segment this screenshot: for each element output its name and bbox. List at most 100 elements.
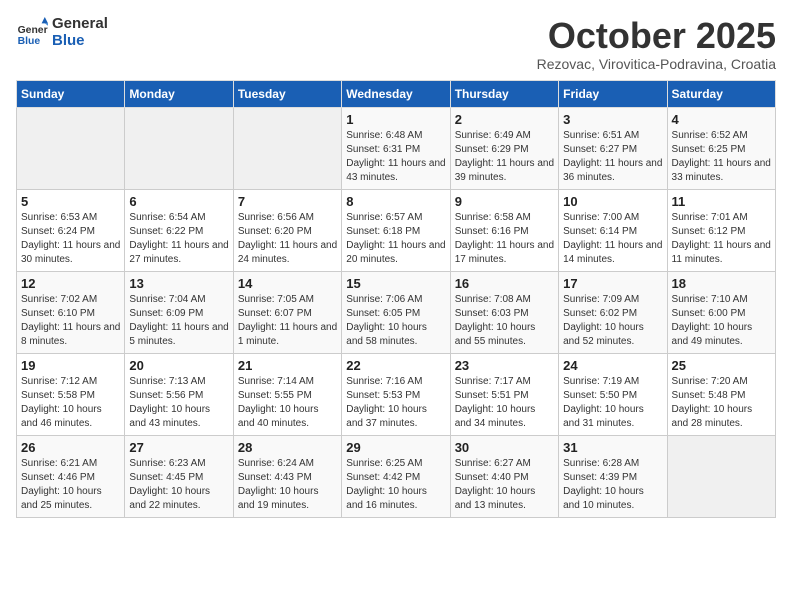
day-cell: 25Sunrise: 7:20 AM Sunset: 5:48 PM Dayli… [667,353,775,435]
day-cell: 3 Sunrise: 6:51 AM Sunset: 6:27 PM Daylig… [559,107,667,189]
header-saturday: Saturday [667,80,775,107]
day-number: 12 [21,276,120,291]
day-number: 6 [129,194,228,209]
day-info: Sunrise: 6:53 AM Sunset: 6:24 PM Dayligh… [21,211,120,267]
day-number: 14 [238,276,337,291]
day-number: 20 [129,358,228,373]
day-info: Sunrise: 6:51 AM Sunset: 6:27 PM Dayligh… [563,129,662,185]
header-friday: Friday [559,80,667,107]
day-cell: 31 Sunrise: 6:28 AM Sunset: 4:39 PM Dayli… [559,435,667,517]
day-info: Sunrise: 6:54 AM Sunset: 6:22 PM Dayligh… [129,211,228,267]
day-info: Sunrise: 7:04 AM Sunset: 6:09 PM Dayligh… [129,293,228,349]
day-info: Sunrise: 6:21 AM Sunset: 4:46 PM Dayligh… [21,457,120,513]
day-info: Sunrise: 6:25 AM Sunset: 4:42 PM Dayligh… [346,457,445,513]
day-info: Sunrise: 7:19 AM Sunset: 5:50 PM Dayligh… [563,375,662,431]
day-number: 29 [346,440,445,455]
day-info: Sunrise: 6:52 AM Sunset: 6:25 PM Dayligh… [672,129,771,185]
header-sunday: Sunday [17,80,125,107]
logo-blue: Blue [52,33,108,50]
day-number: 18 [672,276,771,291]
day-cell: 5Sunrise: 6:53 AM Sunset: 6:24 PM Daylig… [17,189,125,271]
svg-text:Blue: Blue [18,36,41,47]
day-cell: 13 Sunrise: 7:04 AM Sunset: 6:09 PM Dayli… [125,271,233,353]
day-number: 27 [129,440,228,455]
day-number: 2 [455,112,554,127]
day-cell: 15Sunrise: 7:06 AM Sunset: 6:05 PM Dayli… [342,271,450,353]
header-wednesday: Wednesday [342,80,450,107]
week-row-5: 26Sunrise: 6:21 AM Sunset: 4:46 PM Dayli… [17,435,776,517]
month-title: October 2025 [537,16,776,56]
day-cell: 16 Sunrise: 7:08 AM Sunset: 6:03 PM Dayli… [450,271,558,353]
day-number: 28 [238,440,337,455]
day-number: 19 [21,358,120,373]
day-cell: 19 Sunrise: 7:12 AM Sunset: 5:58 PM Dayli… [17,353,125,435]
day-info: Sunrise: 7:14 AM Sunset: 5:55 PM Dayligh… [238,375,337,431]
day-cell: 20 Sunrise: 7:13 AM Sunset: 5:56 PM Dayli… [125,353,233,435]
day-info: Sunrise: 7:16 AM Sunset: 5:53 PM Dayligh… [346,375,445,431]
day-cell: 26Sunrise: 6:21 AM Sunset: 4:46 PM Dayli… [17,435,125,517]
day-info: Sunrise: 6:27 AM Sunset: 4:40 PM Dayligh… [455,457,554,513]
day-number: 9 [455,194,554,209]
day-number: 11 [672,194,771,209]
day-cell: 17Sunrise: 7:09 AM Sunset: 6:02 PM Dayli… [559,271,667,353]
header-thursday: Thursday [450,80,558,107]
day-info: Sunrise: 7:00 AM Sunset: 6:14 PM Dayligh… [563,211,662,267]
day-number: 22 [346,358,445,373]
day-cell [125,107,233,189]
day-cell [233,107,341,189]
header-row: SundayMondayTuesdayWednesdayThursdayFrid… [17,80,776,107]
day-cell: 21 Sunrise: 7:14 AM Sunset: 5:55 PM Dayli… [233,353,341,435]
day-number: 21 [238,358,337,373]
day-cell: 9 Sunrise: 6:58 AM Sunset: 6:16 PM Daylig… [450,189,558,271]
week-row-2: 5Sunrise: 6:53 AM Sunset: 6:24 PM Daylig… [17,189,776,271]
day-info: Sunrise: 7:10 AM Sunset: 6:00 PM Dayligh… [672,293,771,349]
day-cell: 11 Sunrise: 7:01 AM Sunset: 6:12 PM Dayli… [667,189,775,271]
day-info: Sunrise: 7:01 AM Sunset: 6:12 PM Dayligh… [672,211,771,267]
day-info: Sunrise: 7:13 AM Sunset: 5:56 PM Dayligh… [129,375,228,431]
day-cell [667,435,775,517]
day-cell: 4 Sunrise: 6:52 AM Sunset: 6:25 PM Daylig… [667,107,775,189]
day-info: Sunrise: 7:05 AM Sunset: 6:07 PM Dayligh… [238,293,337,349]
day-number: 31 [563,440,662,455]
header-monday: Monday [125,80,233,107]
day-number: 25 [672,358,771,373]
day-cell: 28 Sunrise: 6:24 AM Sunset: 4:43 PM Dayli… [233,435,341,517]
day-info: Sunrise: 6:57 AM Sunset: 6:18 PM Dayligh… [346,211,445,267]
day-number: 23 [455,358,554,373]
page-header: General Blue General Blue October 2025 R… [16,16,776,72]
logo-icon: General Blue [16,17,48,49]
day-cell [17,107,125,189]
day-info: Sunrise: 6:24 AM Sunset: 4:43 PM Dayligh… [238,457,337,513]
day-cell: 12Sunrise: 7:02 AM Sunset: 6:10 PM Dayli… [17,271,125,353]
day-info: Sunrise: 6:49 AM Sunset: 6:29 PM Dayligh… [455,129,554,185]
day-number: 8 [346,194,445,209]
day-cell: 22 Sunrise: 7:16 AM Sunset: 5:53 PM Dayli… [342,353,450,435]
week-row-4: 19 Sunrise: 7:12 AM Sunset: 5:58 PM Dayli… [17,353,776,435]
day-info: Sunrise: 6:28 AM Sunset: 4:39 PM Dayligh… [563,457,662,513]
day-number: 3 [563,112,662,127]
day-cell: 18 Sunrise: 7:10 AM Sunset: 6:00 PM Dayli… [667,271,775,353]
day-number: 16 [455,276,554,291]
day-cell: 6 Sunrise: 6:54 AM Sunset: 6:22 PM Daylig… [125,189,233,271]
svg-text:General: General [18,25,48,36]
day-number: 7 [238,194,337,209]
day-cell: 14 Sunrise: 7:05 AM Sunset: 6:07 PM Dayli… [233,271,341,353]
day-info: Sunrise: 7:08 AM Sunset: 6:03 PM Dayligh… [455,293,554,349]
day-info: Sunrise: 7:12 AM Sunset: 5:58 PM Dayligh… [21,375,120,431]
day-number: 24 [563,358,662,373]
day-cell: 23Sunrise: 7:17 AM Sunset: 5:51 PM Dayli… [450,353,558,435]
day-number: 30 [455,440,554,455]
day-info: Sunrise: 7:06 AM Sunset: 6:05 PM Dayligh… [346,293,445,349]
day-cell: 27 Sunrise: 6:23 AM Sunset: 4:45 PM Dayli… [125,435,233,517]
day-info: Sunrise: 6:23 AM Sunset: 4:45 PM Dayligh… [129,457,228,513]
week-row-1: 1Sunrise: 6:48 AM Sunset: 6:31 PM Daylig… [17,107,776,189]
day-info: Sunrise: 6:58 AM Sunset: 6:16 PM Dayligh… [455,211,554,267]
day-info: Sunrise: 6:56 AM Sunset: 6:20 PM Dayligh… [238,211,337,267]
logo: General Blue General Blue [16,16,108,49]
day-cell: 1Sunrise: 6:48 AM Sunset: 6:31 PM Daylig… [342,107,450,189]
calendar-table: SundayMondayTuesdayWednesdayThursdayFrid… [16,80,776,518]
day-number: 13 [129,276,228,291]
day-cell: 7 Sunrise: 6:56 AM Sunset: 6:20 PM Daylig… [233,189,341,271]
day-number: 4 [672,112,771,127]
day-number: 17 [563,276,662,291]
